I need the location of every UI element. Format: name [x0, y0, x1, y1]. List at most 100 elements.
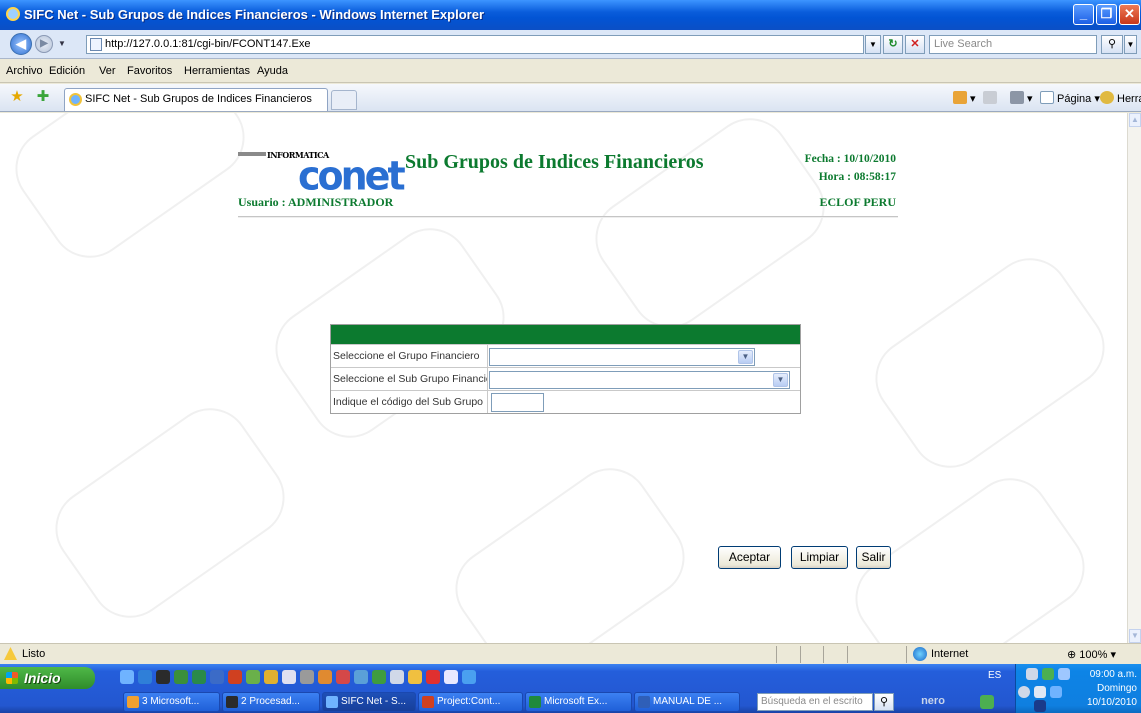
background-watermark [0, 113, 261, 274]
tray-icon[interactable] [1026, 668, 1038, 680]
menu-favoritos[interactable]: Favoritos [127, 65, 172, 77]
logo-main-text: conet [298, 152, 406, 200]
grupo-financiero-select[interactable]: ▼ [489, 348, 755, 366]
aceptar-button[interactable]: Aceptar [718, 546, 781, 569]
feeds-button[interactable] [983, 91, 1000, 105]
tray-icon[interactable] [1050, 686, 1062, 698]
quick-launch-icon[interactable] [300, 670, 314, 684]
window-title-bar[interactable]: SIFC Net - Sub Grupos de Indices Financi… [0, 0, 1141, 30]
clock-time: 09:00 a.m. [1089, 669, 1137, 680]
search-button[interactable]: ⚲ [1101, 35, 1123, 54]
quick-launch-icon[interactable] [156, 670, 170, 684]
close-window-button[interactable]: ✕ [1119, 4, 1140, 25]
status-text: Listo [22, 648, 46, 660]
refresh-button[interactable]: ↻ [883, 35, 903, 54]
tools-menu-button[interactable]: Herramientas [1100, 91, 1141, 105]
quick-launch-icon[interactable] [282, 670, 296, 684]
menu-ayuda[interactable]: Ayuda [257, 65, 288, 77]
scroll-up-button[interactable]: ▲ [1129, 113, 1141, 127]
quick-launch-icon[interactable] [390, 670, 404, 684]
subgrupo-financiero-select[interactable]: ▼ [489, 371, 790, 389]
language-indicator[interactable]: ES [988, 670, 1001, 681]
warning-icon [4, 647, 17, 660]
taskbar-item-sifc-net[interactable]: SIFC Net - S... [322, 692, 416, 712]
tray-icon[interactable] [1034, 686, 1046, 698]
tab-bar: ★ ✚ SIFC Net - Sub Grupos de Indices Fin… [0, 84, 1141, 112]
app-icon [529, 696, 541, 708]
quick-launch-icon[interactable] [246, 670, 260, 684]
tray-icon[interactable] [1058, 668, 1070, 680]
quick-launch-icon[interactable] [174, 670, 188, 684]
desktop-search-input[interactable]: Búsqueda en el escrito [757, 693, 873, 711]
maximize-button[interactable]: ❐ [1096, 4, 1117, 25]
new-tab-button[interactable] [331, 90, 357, 110]
limpiar-button[interactable]: Limpiar [791, 546, 848, 569]
form-row-codigo: Indique el código del Sub Grupo [331, 390, 800, 413]
zoom-control[interactable]: ⊕ 100% ▾ [1067, 648, 1116, 661]
tray-icon[interactable] [1042, 668, 1054, 680]
minimize-button[interactable]: _ [1073, 4, 1094, 25]
quick-launch-icon[interactable] [426, 670, 440, 684]
print-button[interactable]: ▾ [1010, 91, 1033, 105]
app-icon [226, 696, 238, 708]
vertical-scrollbar[interactable]: ▲ ▼ [1127, 113, 1141, 643]
quick-launch-icon[interactable] [138, 670, 152, 684]
favorites-star-icon[interactable]: ★ [9, 89, 25, 105]
quick-launch-icon[interactable] [336, 670, 350, 684]
codigo-subgrupo-input[interactable] [491, 393, 544, 412]
codigo-label: Indique el código del Sub Grupo [331, 391, 488, 413]
scroll-down-button[interactable]: ▼ [1129, 629, 1141, 643]
home-button[interactable]: ▾ [953, 91, 976, 105]
desktop-search-button[interactable]: ⚲ [874, 693, 894, 711]
forward-button[interactable]: ▶ [35, 35, 53, 53]
chevron-down-icon[interactable]: ▼ [738, 350, 753, 364]
address-url: http://127.0.0.1:81/cgi-bin/FCONT147.Exe [105, 38, 311, 50]
quick-launch-icon[interactable] [354, 670, 368, 684]
live-search-input[interactable]: Live Search [929, 35, 1097, 54]
quick-launch-icon[interactable] [264, 670, 278, 684]
quick-launch-icon[interactable] [372, 670, 386, 684]
clock[interactable]: 09:00 a.m. Domingo 10/10/2010 [1087, 668, 1137, 710]
quick-launch-icon[interactable] [318, 670, 332, 684]
ie-icon [6, 7, 20, 21]
start-button[interactable]: Inicio [0, 667, 95, 689]
quick-launch-icon[interactable] [408, 670, 422, 684]
tab-sifc-net[interactable]: SIFC Net - Sub Grupos de Indices Financi… [64, 88, 328, 111]
chevron-down-icon[interactable]: ▼ [773, 373, 788, 387]
quick-launch-icon[interactable] [210, 670, 224, 684]
gear-icon [1100, 91, 1114, 104]
quick-launch-icon[interactable] [444, 670, 458, 684]
stop-button[interactable]: ✕ [905, 35, 925, 54]
salir-button[interactable]: Salir [856, 546, 891, 569]
feeds-icon [983, 91, 997, 104]
home-icon [953, 91, 967, 104]
history-dropdown-icon[interactable]: ▼ [58, 39, 66, 48]
form-row-subgrupo: Seleccione el Sub Grupo Financiero ▼ [331, 367, 800, 390]
back-button[interactable]: ◀ [10, 33, 32, 55]
quick-launch-icon[interactable] [192, 670, 206, 684]
taskbar-item-microsoft-office[interactable]: 3 Microsoft... [123, 692, 220, 712]
bluetooth-icon[interactable] [1034, 700, 1046, 712]
menu-edicion[interactable]: Edición [49, 65, 85, 77]
tray-expand-icon[interactable] [1018, 686, 1030, 698]
taskbar-item-label: SIFC Net - S... [341, 696, 407, 707]
taskbar-item-manual[interactable]: MANUAL DE ... [634, 692, 740, 712]
arrow-icon[interactable] [980, 695, 994, 709]
menu-archivo[interactable]: Archivo [6, 65, 43, 77]
page-menu-button[interactable]: Página ▾ [1040, 91, 1100, 105]
quick-launch-ie-icon[interactable] [120, 670, 134, 684]
taskbar-item-procesador[interactable]: 2 Procesad... [222, 692, 320, 712]
quick-launch-icon[interactable] [462, 670, 476, 684]
clock-day: Domingo [1096, 683, 1137, 694]
nero-search-logo: nero [921, 695, 945, 707]
address-input[interactable]: http://127.0.0.1:81/cgi-bin/FCONT147.Exe [86, 35, 864, 54]
add-favorites-icon[interactable]: ✚ [35, 89, 51, 105]
search-options-button[interactable]: ▼ [1124, 35, 1137, 54]
subgroup-form: Seleccione el Grupo Financiero ▼ Selecci… [330, 324, 801, 414]
menu-ver[interactable]: Ver [99, 65, 116, 77]
menu-herramientas[interactable]: Herramientas [184, 65, 250, 77]
quick-launch-icon[interactable] [228, 670, 242, 684]
taskbar-item-project[interactable]: Project:Cont... [418, 692, 523, 712]
address-dropdown-button[interactable]: ▼ [865, 35, 881, 54]
taskbar-item-excel[interactable]: Microsoft Ex... [525, 692, 632, 712]
